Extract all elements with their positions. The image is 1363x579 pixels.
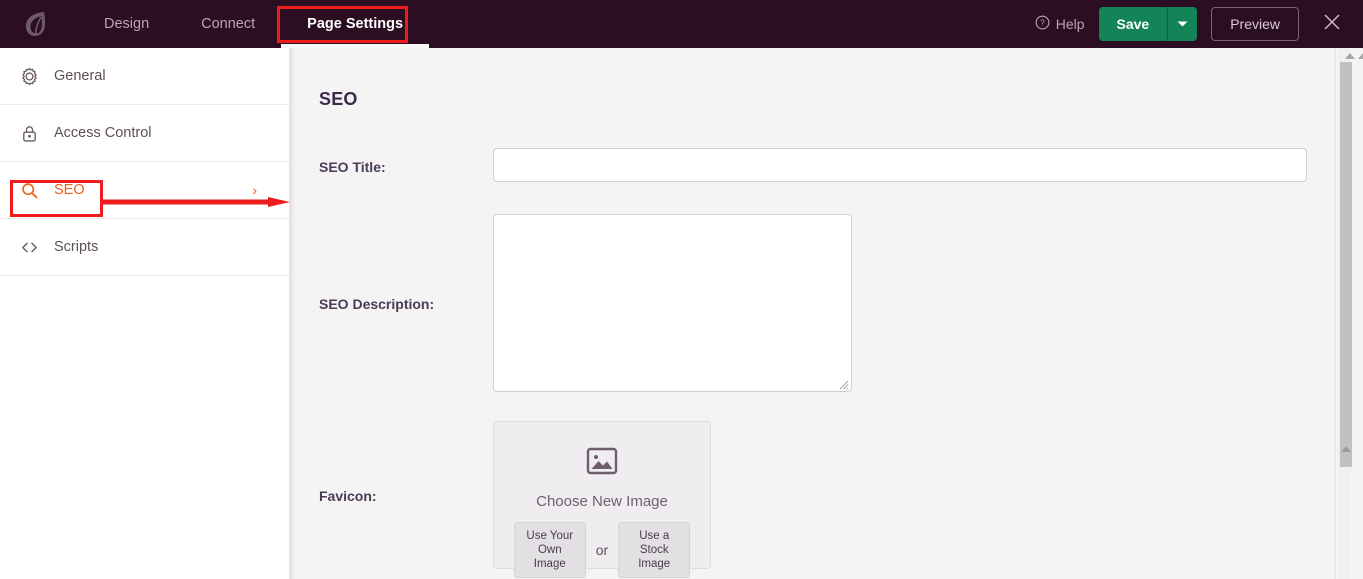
close-button[interactable]	[1317, 9, 1347, 39]
preview-button[interactable]: Preview	[1211, 7, 1299, 41]
resize-grip-icon	[837, 377, 849, 390]
chevron-down-icon	[1177, 15, 1188, 33]
save-button[interactable]: Save	[1098, 7, 1168, 41]
image-placeholder-icon	[585, 444, 619, 483]
main-nav-tabs: Design Connect Page Settings	[78, 0, 429, 48]
sidebar-item-general-label: General	[54, 68, 106, 84]
header-actions: ? Help Save Preview	[1035, 7, 1363, 41]
tab-page-settings[interactable]: Page Settings	[281, 0, 429, 48]
sidebar-item-scripts[interactable]: Scripts ›	[0, 219, 289, 276]
tab-design-label: Design	[104, 16, 150, 32]
seo-description-textarea-wrapper	[493, 214, 852, 392]
triangle-up-icon	[1358, 53, 1363, 59]
sidebar-item-seo-label: SEO	[54, 182, 85, 198]
tab-connect-label: Connect	[201, 16, 256, 32]
scrollbar-up-arrow[interactable]	[1345, 53, 1355, 59]
favicon-image-picker[interactable]: Choose New Image Use Your Own Image or U…	[493, 421, 711, 578]
choose-new-image-label: Choose New Image	[536, 493, 668, 510]
close-icon	[1322, 12, 1342, 37]
svg-text:?: ?	[1040, 19, 1045, 28]
search-icon	[20, 181, 46, 200]
use-a-stock-image-button[interactable]: Use a Stock Image	[618, 522, 691, 578]
scrollbar-thumb[interactable]	[1340, 62, 1352, 467]
scrollbar-track[interactable]	[1338, 48, 1352, 579]
sidebar-item-general[interactable]: General ›	[0, 48, 289, 105]
triangle-up-icon	[1341, 446, 1351, 452]
use-your-own-image-button[interactable]: Use Your Own Image	[513, 522, 586, 578]
help-link[interactable]: ? Help	[1035, 15, 1085, 33]
settings-sidebar: General › Access Control › SEO ›	[0, 48, 289, 579]
lock-icon	[20, 124, 46, 143]
favicon-actions: Use Your Own Image or Use a Stock Image	[513, 522, 691, 578]
sidebar-item-access-control-label: Access Control	[54, 125, 152, 141]
seo-title-input[interactable]	[493, 148, 1307, 182]
favicon-label: Favicon:	[319, 488, 377, 504]
save-dropdown-button[interactable]	[1167, 7, 1198, 41]
sidebar-item-seo[interactable]: SEO ›	[0, 162, 289, 219]
gear-icon	[20, 67, 46, 86]
sidebar-item-scripts-label: Scripts	[54, 239, 99, 255]
favicon-or-label: or	[595, 542, 609, 558]
tab-connect[interactable]: Connect	[175, 0, 281, 48]
seo-settings-panel: SEO SEO Title: SEO Description: Favicon:…	[289, 48, 1335, 579]
content-scrollbar[interactable]	[1335, 48, 1363, 579]
question-circle-icon: ?	[1035, 15, 1050, 33]
save-button-group: Save	[1098, 7, 1198, 41]
tab-design[interactable]: Design	[78, 0, 175, 48]
page-title: SEO	[319, 89, 358, 109]
preview-button-label: Preview	[1230, 16, 1280, 32]
seo-description-label: SEO Description:	[319, 296, 435, 312]
help-label: Help	[1055, 16, 1085, 32]
tab-page-settings-label: Page Settings	[307, 16, 404, 32]
seo-title-label: SEO Title:	[319, 159, 386, 175]
save-button-label: Save	[1116, 16, 1150, 32]
top-header-bar: Design Connect Page Settings ? Help Save	[0, 0, 1363, 48]
code-brackets-icon	[20, 238, 46, 257]
leaf-logo-icon[interactable]	[18, 6, 54, 42]
sidebar-item-access-control[interactable]: Access Control ›	[0, 105, 289, 162]
chevron-right-icon: ›	[252, 182, 257, 198]
